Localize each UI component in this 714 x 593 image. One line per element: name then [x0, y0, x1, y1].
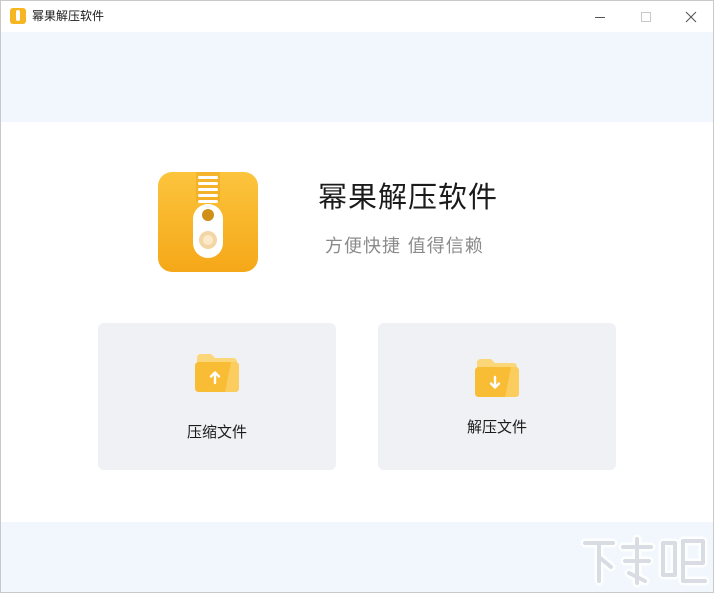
folder-upload-icon [195, 354, 239, 392]
app-window: 幂果解压软件 幂果解压软件 方便快捷 值得信赖 压缩文件 解压文件 [0, 0, 714, 593]
close-button[interactable] [668, 1, 713, 32]
watermark-logo [580, 534, 709, 588]
minimize-button[interactable] [577, 1, 623, 32]
app-zipper-icon [10, 8, 26, 24]
close-icon [685, 11, 697, 22]
maximize-icon [641, 11, 651, 22]
extract-files-button[interactable]: 解压文件 [378, 323, 616, 470]
maximize-button[interactable] [623, 1, 669, 32]
window-title: 幂果解压软件 [32, 9, 105, 23]
extract-files-label: 解压文件 [466, 418, 527, 436]
minimize-icon [595, 16, 605, 18]
folder-download-icon [475, 359, 519, 397]
app-name-heading: 幂果解压软件 [318, 180, 499, 214]
app-slogan: 方便快捷 值得信赖 [325, 236, 484, 257]
compress-files-button[interactable]: 压缩文件 [98, 323, 336, 470]
top-band [1, 32, 713, 122]
compress-files-label: 压缩文件 [186, 423, 247, 441]
title-bar[interactable]: 幂果解压软件 [1, 1, 713, 32]
app-logo-zipper-icon [158, 172, 258, 272]
